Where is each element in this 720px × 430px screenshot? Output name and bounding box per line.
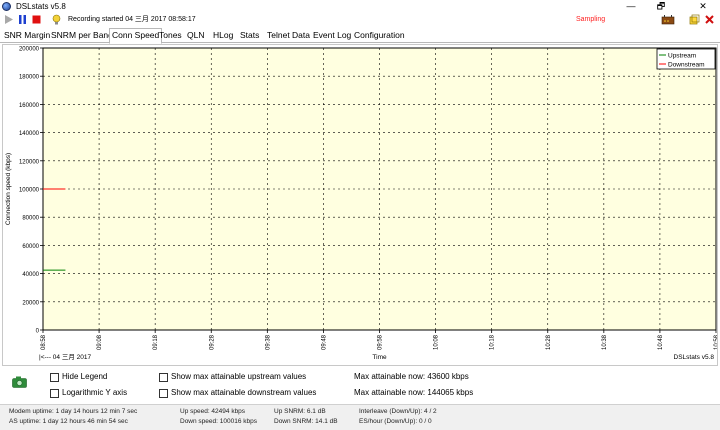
up-speed: Up speed: 42494 kbps xyxy=(180,408,246,415)
bulb-icon[interactable] xyxy=(51,14,62,25)
chart-controls: Hide Legend Logarithmic Y axis Show max … xyxy=(0,368,720,404)
x-tick-label: 08:58 xyxy=(41,334,47,350)
y-tick-label: 20000 xyxy=(22,300,39,306)
legend-label: Downstream xyxy=(668,61,704,68)
log-y-label: Logarithmic Y axis xyxy=(62,388,128,397)
x-tick-label: 09:18 xyxy=(153,334,159,350)
x-tick-label: 10:58 xyxy=(714,334,717,350)
show-max-up-label: Show max attainable upstream values xyxy=(171,372,307,381)
router-icon[interactable] xyxy=(661,14,675,25)
x-tick-label: 09:38 xyxy=(265,334,271,350)
as-uptime: AS uptime: 1 day 12 hours 46 min 54 sec xyxy=(9,418,128,425)
hide-legend-checkbox[interactable] xyxy=(50,373,59,382)
tab-tones[interactable]: Tones xyxy=(157,29,184,43)
minimize-button[interactable]: — xyxy=(618,0,644,12)
pause-icon[interactable] xyxy=(17,14,28,25)
modem-uptime: Modem uptime: 1 day 14 hours 12 min 7 se… xyxy=(9,408,138,415)
x-tick-label: 10:38 xyxy=(602,334,608,350)
tab-qln[interactable]: QLN xyxy=(185,29,206,43)
date-label: |<--- 04 三月 2017 xyxy=(39,353,91,361)
log-y-checkbox[interactable] xyxy=(50,389,59,398)
stop-icon[interactable] xyxy=(31,14,42,25)
x-tick-label: 10:48 xyxy=(658,334,664,350)
y-tick-label: 180000 xyxy=(19,75,40,81)
hide-legend-label: Hide Legend xyxy=(62,372,108,381)
tab-hlog[interactable]: HLog xyxy=(211,29,235,43)
tab-strip: SNR Margin SNRM per Band Conn Speed Tone… xyxy=(0,27,720,44)
maximize-button[interactable]: 🗗 xyxy=(648,0,674,12)
interleave: Interleave (Down/Up): 4 / 2 xyxy=(359,408,437,415)
sampling-status: Sampling xyxy=(576,16,606,23)
up-snrm: Up SNRM: 6.1 dB xyxy=(274,408,326,415)
show-max-up-checkbox[interactable] xyxy=(159,373,168,382)
show-max-down-checkbox[interactable] xyxy=(159,389,168,398)
show-max-down-label: Show max attainable downstream values xyxy=(171,388,317,397)
max-attainable-up: Max attainable now: 43600 kbps xyxy=(354,372,469,381)
max-attainable-down: Max attainable now: 144065 kbps xyxy=(354,388,474,397)
tab-snrm-per-band[interactable]: SNRM per Band xyxy=(49,29,115,43)
connection-speed-chart: 0 20000 40000 60000 80000 100000 120000 140000 1… xyxy=(5,47,717,362)
x-tick-label: 10:08 xyxy=(434,334,440,350)
down-snrm: Down SNRM: 14.1 dB xyxy=(274,418,338,425)
y-tick-label: 80000 xyxy=(22,216,39,222)
tab-event-log[interactable]: Event Log xyxy=(311,29,353,43)
y-tick-label: 140000 xyxy=(19,131,40,137)
down-speed: Down speed: 100016 kbps xyxy=(180,418,257,425)
status-bar: Modem uptime: 1 day 14 hours 12 min 7 se… xyxy=(0,404,720,430)
y-tick-label: 160000 xyxy=(19,103,40,109)
tab-snr-margin[interactable]: SNR Margin xyxy=(2,29,52,43)
y-tick-label: 100000 xyxy=(19,188,40,194)
chart-panel: 0 20000 40000 60000 80000 100000 120000 140000 1… xyxy=(2,44,718,366)
y-axis-label: Connection speed (kbps) xyxy=(5,153,12,225)
x-tick-label: 09:08 xyxy=(97,334,103,350)
tab-configuration[interactable]: Configuration xyxy=(352,29,407,43)
y-tick-label: 120000 xyxy=(19,159,40,165)
restore-icon[interactable] xyxy=(689,14,700,25)
camera-icon[interactable] xyxy=(12,376,27,388)
tab-telnet-data[interactable]: Telnet Data xyxy=(265,29,312,43)
x-tick-label: 09:28 xyxy=(209,334,215,350)
legend-label: Upstream xyxy=(668,52,696,59)
tab-conn-speed[interactable]: Conn Speed xyxy=(109,28,163,44)
x-tick-label: 10:28 xyxy=(546,334,552,350)
tab-stats[interactable]: Stats xyxy=(238,29,261,43)
y-tick-label: 40000 xyxy=(22,272,39,278)
recording-status: Recording started 04 三月 2017 08:58:17 xyxy=(68,16,196,23)
chart-watermark: DSLstats v5.8 xyxy=(674,354,715,361)
window-title: DSLstats v5.8 xyxy=(16,1,66,11)
app-icon xyxy=(2,1,11,11)
close-button[interactable]: ✕ xyxy=(690,0,716,12)
y-tick-label: 200000 xyxy=(19,47,40,53)
x-axis-label: Time xyxy=(372,354,387,361)
toolbar: Recording started 04 三月 2017 08:58:17 Sa… xyxy=(0,12,720,27)
x-tick-label: 09:48 xyxy=(321,334,327,350)
y-tick-label: 0 xyxy=(36,329,40,335)
title-bar: DSLstats v5.8 — 🗗 ✕ xyxy=(0,0,720,12)
play-icon[interactable] xyxy=(3,14,14,25)
exit-icon[interactable] xyxy=(704,14,715,25)
es-per-hour: ES/hour (Down/Up): 0 / 0 xyxy=(359,418,432,425)
y-tick-label: 60000 xyxy=(22,244,39,250)
x-tick-label: 09:58 xyxy=(378,334,384,350)
x-tick-label: 10:18 xyxy=(490,334,496,350)
